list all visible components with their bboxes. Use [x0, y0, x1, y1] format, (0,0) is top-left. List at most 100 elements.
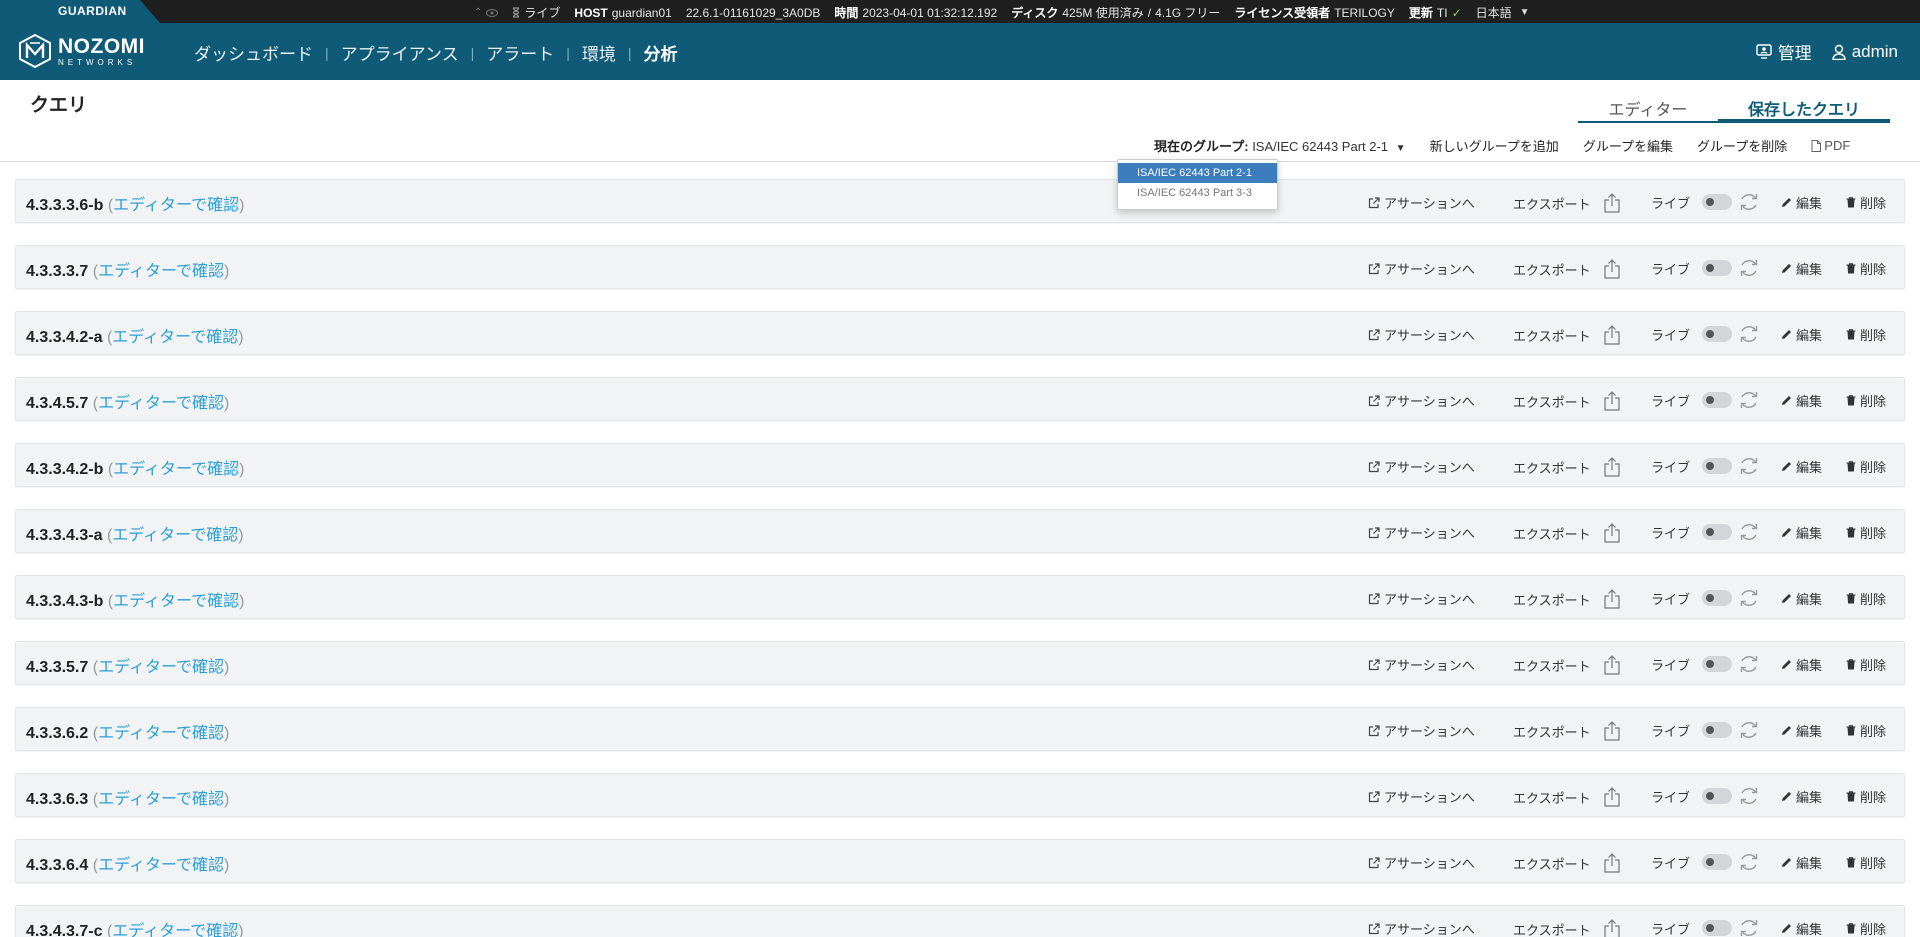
live-toggle[interactable] — [1702, 854, 1733, 870]
edit-button[interactable]: 編集 — [1781, 787, 1822, 806]
view-in-editor-link[interactable]: エディターで確認 — [98, 263, 224, 280]
edit-button[interactable]: 編集 — [1781, 259, 1822, 278]
live-toggle[interactable] — [1702, 458, 1733, 474]
view-in-editor-link[interactable]: エディターで確認 — [98, 725, 224, 742]
edit-button[interactable]: 編集 — [1781, 721, 1822, 740]
view-in-editor-link[interactable]: エディターで確認 — [113, 593, 239, 610]
user-menu[interactable]: admin — [1831, 42, 1898, 62]
to-assertion-button[interactable]: アサーションへ — [1368, 787, 1475, 806]
logo[interactable]: NOZOMI NETWORKS — [18, 34, 145, 68]
edit-button[interactable]: 編集 — [1781, 325, 1822, 344]
edit-button[interactable]: 編集 — [1781, 457, 1822, 476]
view-in-editor-link[interactable]: エディターで確認 — [112, 527, 238, 544]
view-in-editor-link[interactable]: エディターで確認 — [98, 659, 224, 676]
pdf-button[interactable]: PDF — [1811, 138, 1850, 153]
delete-button[interactable]: 削除 — [1846, 391, 1886, 410]
refresh-icon[interactable] — [1738, 785, 1760, 807]
delete-group-button[interactable]: グループを削除 — [1697, 136, 1787, 155]
to-assertion-button[interactable]: アサーションへ — [1368, 919, 1475, 937]
export-button[interactable]: エクスポート — [1513, 523, 1621, 543]
nav-item-environment[interactable]: 環境 — [582, 40, 616, 65]
refresh-icon[interactable] — [1738, 455, 1760, 477]
admin-menu[interactable]: 管理 — [1755, 39, 1812, 64]
add-group-button[interactable]: 新しいグループを追加 — [1430, 136, 1559, 155]
live-toggle[interactable] — [1702, 590, 1733, 606]
to-assertion-button[interactable]: アサーションへ — [1368, 721, 1475, 740]
edit-button[interactable]: 編集 — [1781, 655, 1822, 674]
export-button[interactable]: エクスポート — [1513, 193, 1621, 213]
delete-button[interactable]: 削除 — [1846, 787, 1886, 806]
nav-item-alerts[interactable]: アラート — [486, 40, 554, 65]
export-button[interactable]: エクスポート — [1513, 589, 1621, 609]
dropdown-option-part-2-1[interactable]: ISA/IEC 62443 Part 2-1 — [1118, 163, 1277, 183]
delete-button[interactable]: 削除 — [1846, 655, 1886, 674]
live-toggle[interactable] — [1702, 326, 1733, 342]
delete-button[interactable]: 削除 — [1846, 325, 1886, 344]
export-button[interactable]: エクスポート — [1513, 325, 1621, 345]
to-assertion-button[interactable]: アサーションへ — [1368, 325, 1475, 344]
export-button[interactable]: エクスポート — [1513, 655, 1621, 675]
export-button[interactable]: エクスポート — [1513, 853, 1621, 873]
refresh-icon[interactable] — [1738, 521, 1760, 543]
refresh-icon[interactable] — [1738, 389, 1760, 411]
live-toggle[interactable] — [1702, 920, 1733, 936]
edit-group-button[interactable]: グループを編集 — [1583, 136, 1673, 155]
delete-button[interactable]: 削除 — [1846, 919, 1886, 937]
export-button[interactable]: エクスポート — [1513, 259, 1621, 279]
delete-button[interactable]: 削除 — [1846, 193, 1886, 212]
edit-button[interactable]: 編集 — [1781, 853, 1822, 872]
refresh-icon[interactable] — [1738, 653, 1760, 675]
refresh-icon[interactable] — [1738, 257, 1760, 279]
refresh-icon[interactable] — [1738, 587, 1760, 609]
live-indicator[interactable]: ライブ — [512, 4, 560, 21]
refresh-icon[interactable] — [1738, 323, 1760, 345]
delete-button[interactable]: 削除 — [1846, 853, 1886, 872]
to-assertion-button[interactable]: アサーションへ — [1368, 391, 1475, 410]
to-assertion-button[interactable]: アサーションへ — [1368, 193, 1475, 212]
live-toggle[interactable] — [1702, 656, 1733, 672]
edit-button[interactable]: 編集 — [1781, 523, 1822, 542]
to-assertion-button[interactable]: アサーションへ — [1368, 589, 1475, 608]
delete-button[interactable]: 削除 — [1846, 523, 1886, 542]
refresh-icon[interactable] — [1738, 191, 1760, 213]
live-toggle[interactable] — [1702, 722, 1733, 738]
live-toggle[interactable] — [1702, 524, 1733, 540]
edit-button[interactable]: 編集 — [1781, 193, 1822, 212]
group-selector[interactable]: 現在のグループ: ISA/IEC 62443 Part 2-1 ▼ — [1154, 136, 1406, 155]
refresh-icon[interactable] — [1738, 917, 1760, 937]
tab-saved-queries[interactable]: 保存したクエリ — [1718, 94, 1890, 123]
export-button[interactable]: エクスポート — [1513, 919, 1621, 937]
eye-icon[interactable] — [486, 8, 499, 18]
delete-button[interactable]: 削除 — [1846, 589, 1886, 608]
to-assertion-button[interactable]: アサーションへ — [1368, 655, 1475, 674]
view-in-editor-link[interactable]: エディターで確認 — [112, 329, 238, 346]
delete-button[interactable]: 削除 — [1846, 259, 1886, 278]
to-assertion-button[interactable]: アサーションへ — [1368, 457, 1475, 476]
edit-button[interactable]: 編集 — [1781, 391, 1822, 410]
export-button[interactable]: エクスポート — [1513, 721, 1621, 741]
collapse-control[interactable]: ⌃ — [474, 7, 499, 18]
view-in-editor-link[interactable]: エディターで確認 — [98, 395, 224, 412]
view-in-editor-link[interactable]: エディターで確認 — [98, 857, 224, 874]
delete-button[interactable]: 削除 — [1846, 457, 1886, 476]
delete-button[interactable]: 削除 — [1846, 721, 1886, 740]
nav-item-analysis[interactable]: 分析 — [644, 40, 678, 65]
export-button[interactable]: エクスポート — [1513, 787, 1621, 807]
to-assertion-button[interactable]: アサーションへ — [1368, 523, 1475, 542]
live-toggle[interactable] — [1702, 392, 1733, 408]
to-assertion-button[interactable]: アサーションへ — [1368, 853, 1475, 872]
nav-item-dashboard[interactable]: ダッシュボード — [194, 40, 313, 65]
chevron-up-icon[interactable]: ⌃ — [474, 7, 482, 18]
language-selector[interactable]: 日本語 ▼ — [1476, 4, 1530, 21]
edit-button[interactable]: 編集 — [1781, 589, 1822, 608]
live-toggle[interactable] — [1702, 260, 1733, 276]
view-in-editor-link[interactable]: エディターで確認 — [113, 461, 239, 478]
edit-button[interactable]: 編集 — [1781, 919, 1822, 937]
to-assertion-button[interactable]: アサーションへ — [1368, 259, 1475, 278]
live-toggle[interactable] — [1702, 194, 1733, 210]
tab-editor[interactable]: エディター — [1578, 94, 1718, 123]
refresh-icon[interactable] — [1738, 851, 1760, 873]
dropdown-option-part-3-3[interactable]: ISA/IEC 62443 Part 3-3 — [1118, 183, 1277, 203]
export-button[interactable]: エクスポート — [1513, 391, 1621, 411]
refresh-icon[interactable] — [1738, 719, 1760, 741]
